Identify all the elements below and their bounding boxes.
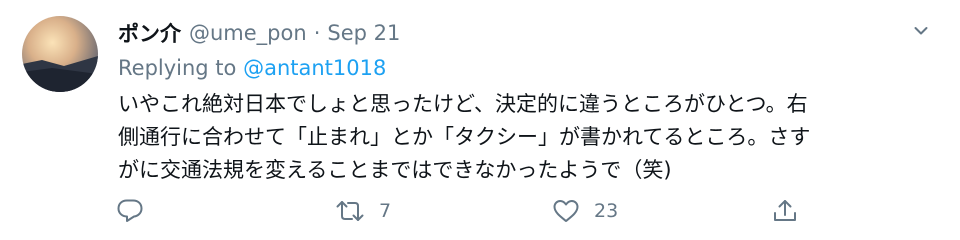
- tweet-text: いやこれ絶対日本でしょと思ったけど、決定的に違うところがひとつ。右 側通行に合わ…: [118, 88, 938, 187]
- tweet-header: ポン介 @ume_pon · Sep 21: [118, 16, 400, 50]
- separator-dot: ·: [313, 21, 321, 45]
- more-options-button[interactable]: [908, 18, 934, 44]
- share-icon: [774, 200, 796, 221]
- chevron-down-icon: [914, 27, 928, 35]
- avatar[interactable]: [22, 16, 98, 92]
- display-name[interactable]: ポン介: [118, 18, 181, 48]
- like-count: 23: [594, 200, 619, 222]
- user-handle[interactable]: @ume_pon: [189, 21, 307, 45]
- replying-to: Replying to @antant1018: [118, 56, 386, 80]
- tweet-date[interactable]: Sep 21: [327, 21, 400, 45]
- tweet-text-line: がに交通法規を変えることまではできなかったようで（笑): [118, 158, 672, 182]
- share-button[interactable]: [771, 196, 799, 226]
- reply-icon: [117, 199, 143, 222]
- retweet-icon: [336, 201, 364, 221]
- like-button[interactable]: 23: [552, 196, 618, 226]
- retweet-button[interactable]: 7: [335, 196, 391, 226]
- tweet-text-line: いやこれ絶対日本でしょと思ったけど、決定的に違うところがひとつ。右: [118, 92, 808, 116]
- replying-to-label: Replying to: [118, 56, 237, 80]
- tweet: ポン介 @ume_pon · Sep 21 Replying to @antan…: [0, 0, 960, 240]
- tweet-text-line: 側通行に合わせて「止まれ」とか「タクシー」が書かれてるところ。さす: [118, 125, 811, 149]
- reply-button[interactable]: [116, 196, 144, 226]
- retweet-count: 7: [379, 200, 392, 222]
- heart-icon: [553, 200, 579, 222]
- replying-to-mention[interactable]: @antant1018: [243, 56, 386, 80]
- avatar-photo: [22, 16, 98, 92]
